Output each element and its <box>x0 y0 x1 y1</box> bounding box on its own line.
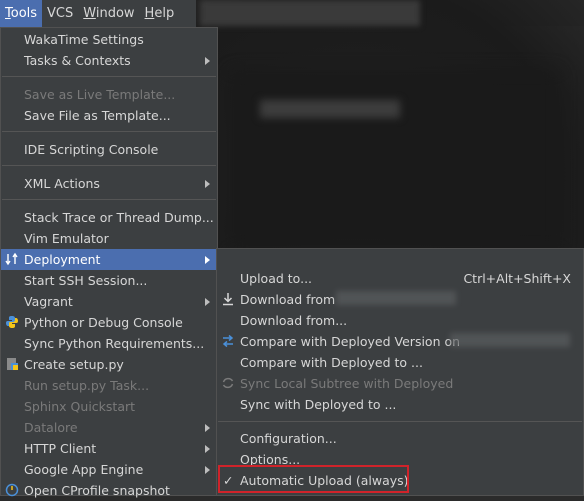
menu-item-label: Upload to... <box>240 271 313 286</box>
menu-tools-label: ools <box>10 6 38 21</box>
menu-item-label: IDE Scripting Console <box>24 142 159 157</box>
separator <box>2 165 216 166</box>
menu-item-save-live-template[interactable]: Save as Live Template... <box>1 84 217 105</box>
sync-icon <box>222 377 234 389</box>
menu-vcs[interactable]: VCS <box>42 0 78 27</box>
menu-item-label: Create setup.py <box>24 357 124 372</box>
menu-item-deployment[interactable]: Deployment <box>1 249 217 270</box>
separator <box>2 76 216 77</box>
menu-item-run-setup[interactable]: Run setup.py Task... <box>1 375 217 396</box>
menu-item-label: Configuration... <box>240 431 337 446</box>
menu-item-stack-trace[interactable]: Stack Trace or Thread Dump... <box>1 207 217 228</box>
menu-window-label: indow <box>95 6 135 21</box>
compare-icon <box>222 334 234 348</box>
python-icon <box>6 316 18 328</box>
blurred-toolbar <box>200 0 420 26</box>
menu-item-vagrant[interactable]: Vagrant <box>1 291 217 312</box>
menu-vcs-label: VCS <box>47 6 74 21</box>
menu-item-xml-actions[interactable]: XML Actions <box>1 173 217 194</box>
menu-item-save-file-template[interactable]: Save File as Template... <box>1 105 217 126</box>
redacted-server-name <box>450 333 570 347</box>
submenu-arrow-icon <box>205 424 210 432</box>
menu-item-label: Download from... <box>240 313 348 328</box>
menu-item-datalore[interactable]: Datalore <box>1 417 217 438</box>
menu-item-compare-to[interactable]: Compare with Deployed to ... <box>217 352 583 373</box>
menu-item-sync-with[interactable]: Sync with Deployed to ... <box>217 394 583 415</box>
menu-item-cprofile[interactable]: Open CProfile snapshot <box>1 480 217 501</box>
menu-help-mnemonic: H <box>144 6 155 21</box>
menu-tools[interactable]: Tools <box>0 0 43 27</box>
submenu-arrow-icon <box>205 445 210 453</box>
deployment-submenu: Upload to... Ctrl+Alt+Shift+X Download fr… <box>216 248 584 496</box>
menu-item-label: HTTP Client <box>24 441 97 456</box>
menu-item-tasks[interactable]: Tasks & Contexts <box>1 50 217 71</box>
blurred-editor-line <box>260 100 400 118</box>
menu-item-label: Download from <box>240 292 336 307</box>
submenu-arrow-icon <box>205 180 210 188</box>
menu-item-create-setup[interactable]: Create setup.py <box>1 354 217 375</box>
menu-item-http-client[interactable]: HTTP Client <box>1 438 217 459</box>
shortcut-label: Ctrl+Alt+Shift+X <box>463 271 571 286</box>
menu-item-label: Stack Trace or Thread Dump... <box>24 210 214 225</box>
submenu-arrow-icon <box>205 298 210 306</box>
menu-window-mnemonic: W <box>83 6 96 21</box>
separator <box>2 131 216 132</box>
blurred-editor-content <box>230 70 560 250</box>
menu-item-label: Start SSH Session... <box>24 273 148 288</box>
separator <box>218 421 582 422</box>
menu-item-sync-requirements[interactable]: Sync Python Requirements... <box>1 333 217 354</box>
deployment-icon <box>5 252 18 266</box>
menu-help-label: elp <box>154 6 175 21</box>
download-icon <box>223 293 233 306</box>
menu-item-label: Sync Python Requirements... <box>24 336 205 351</box>
menu-item-label: Vim Emulator <box>24 231 109 246</box>
menu-item-label: Sphinx Quickstart <box>24 399 136 414</box>
separator <box>2 199 216 200</box>
menu-item-label: Tasks & Contexts <box>24 53 131 68</box>
menu-item-label: Sync with Deployed to ... <box>240 397 397 412</box>
menu-item-google-app-engine[interactable]: Google App Engine <box>1 459 217 480</box>
menu-item-label: Deployment <box>24 252 101 267</box>
menu-window[interactable]: Window <box>78 0 139 27</box>
menu-item-label: Run setup.py Task... <box>24 378 150 393</box>
menu-item-start-ssh[interactable]: Start SSH Session... <box>1 270 217 291</box>
menu-item-label: Python or Debug Console <box>24 315 183 330</box>
menu-item-upload-to[interactable]: Upload to... Ctrl+Alt+Shift+X <box>217 268 583 289</box>
menu-item-wakatime[interactable]: WakaTime Settings <box>1 29 217 50</box>
menu-item-configuration[interactable]: Configuration... <box>217 428 583 449</box>
menu-item-label: Compare with Deployed to ... <box>240 355 423 370</box>
menu-item-vim-emulator[interactable]: Vim Emulator <box>1 228 217 249</box>
menu-help[interactable]: Help <box>140 0 180 27</box>
menu-item-sync-local-subtree[interactable]: Sync Local Subtree with Deployed <box>217 373 583 394</box>
redacted-server-name <box>336 291 456 305</box>
menu-item-ide-scripting[interactable]: IDE Scripting Console <box>1 139 217 160</box>
tools-menu: WakaTime Settings Tasks & Contexts Save … <box>0 27 218 498</box>
menu-item-label: Sync Local Subtree with Deployed <box>240 376 454 391</box>
submenu-arrow-icon <box>205 57 210 65</box>
highlight-box <box>218 465 409 493</box>
menu-item-label: Vagrant <box>24 294 73 309</box>
cprofile-icon <box>5 483 19 497</box>
menu-item-label: WakaTime Settings <box>24 32 144 47</box>
menu-item-label: Google App Engine <box>24 462 144 477</box>
menu-item-label: Compare with Deployed Version on <box>240 334 461 349</box>
menubar: Tools VCS Window Help <box>0 0 196 27</box>
menu-item-label: XML Actions <box>24 176 100 191</box>
menu-item-download-from[interactable]: Download from... <box>217 310 583 331</box>
python-file-icon <box>7 358 18 370</box>
submenu-arrow-icon <box>205 256 210 264</box>
menu-item-label: Datalore <box>24 420 78 435</box>
menu-item-python-console[interactable]: Python or Debug Console <box>1 312 217 333</box>
menu-item-label: Save File as Template... <box>24 108 171 123</box>
menu-item-sphinx[interactable]: Sphinx Quickstart <box>1 396 217 417</box>
submenu-arrow-icon <box>205 466 210 474</box>
menu-item-label: Save as Live Template... <box>24 87 176 102</box>
